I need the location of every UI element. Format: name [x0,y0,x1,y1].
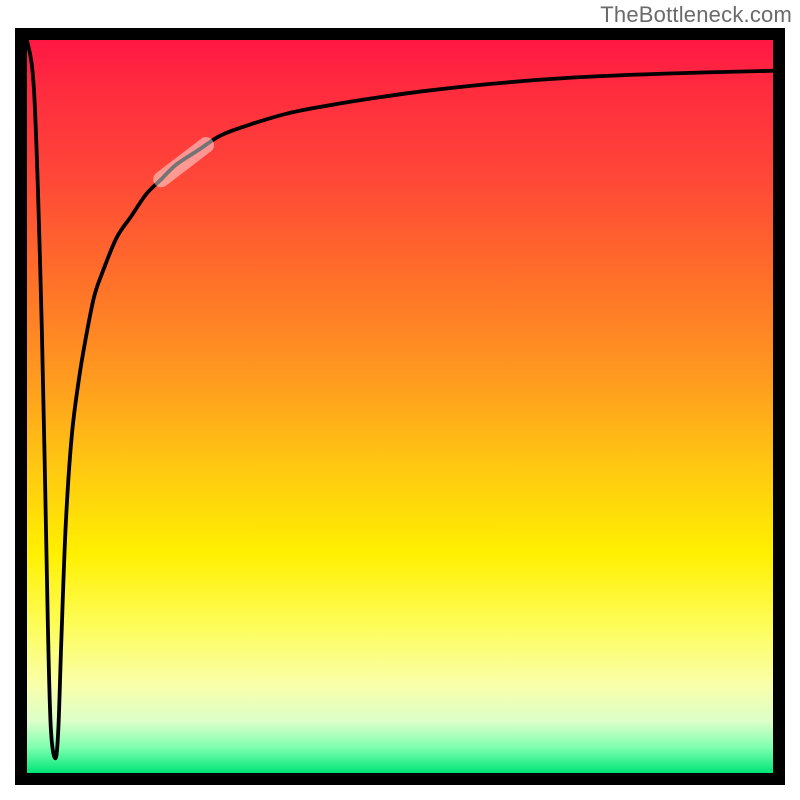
chart-stage: TheBottleneck.com [0,0,800,800]
curve-highlight-marker [161,145,206,179]
plot-frame [15,28,785,785]
bottleneck-curve [27,40,773,758]
watermark-text: TheBottleneck.com [600,2,792,28]
curve-svg [27,40,773,773]
